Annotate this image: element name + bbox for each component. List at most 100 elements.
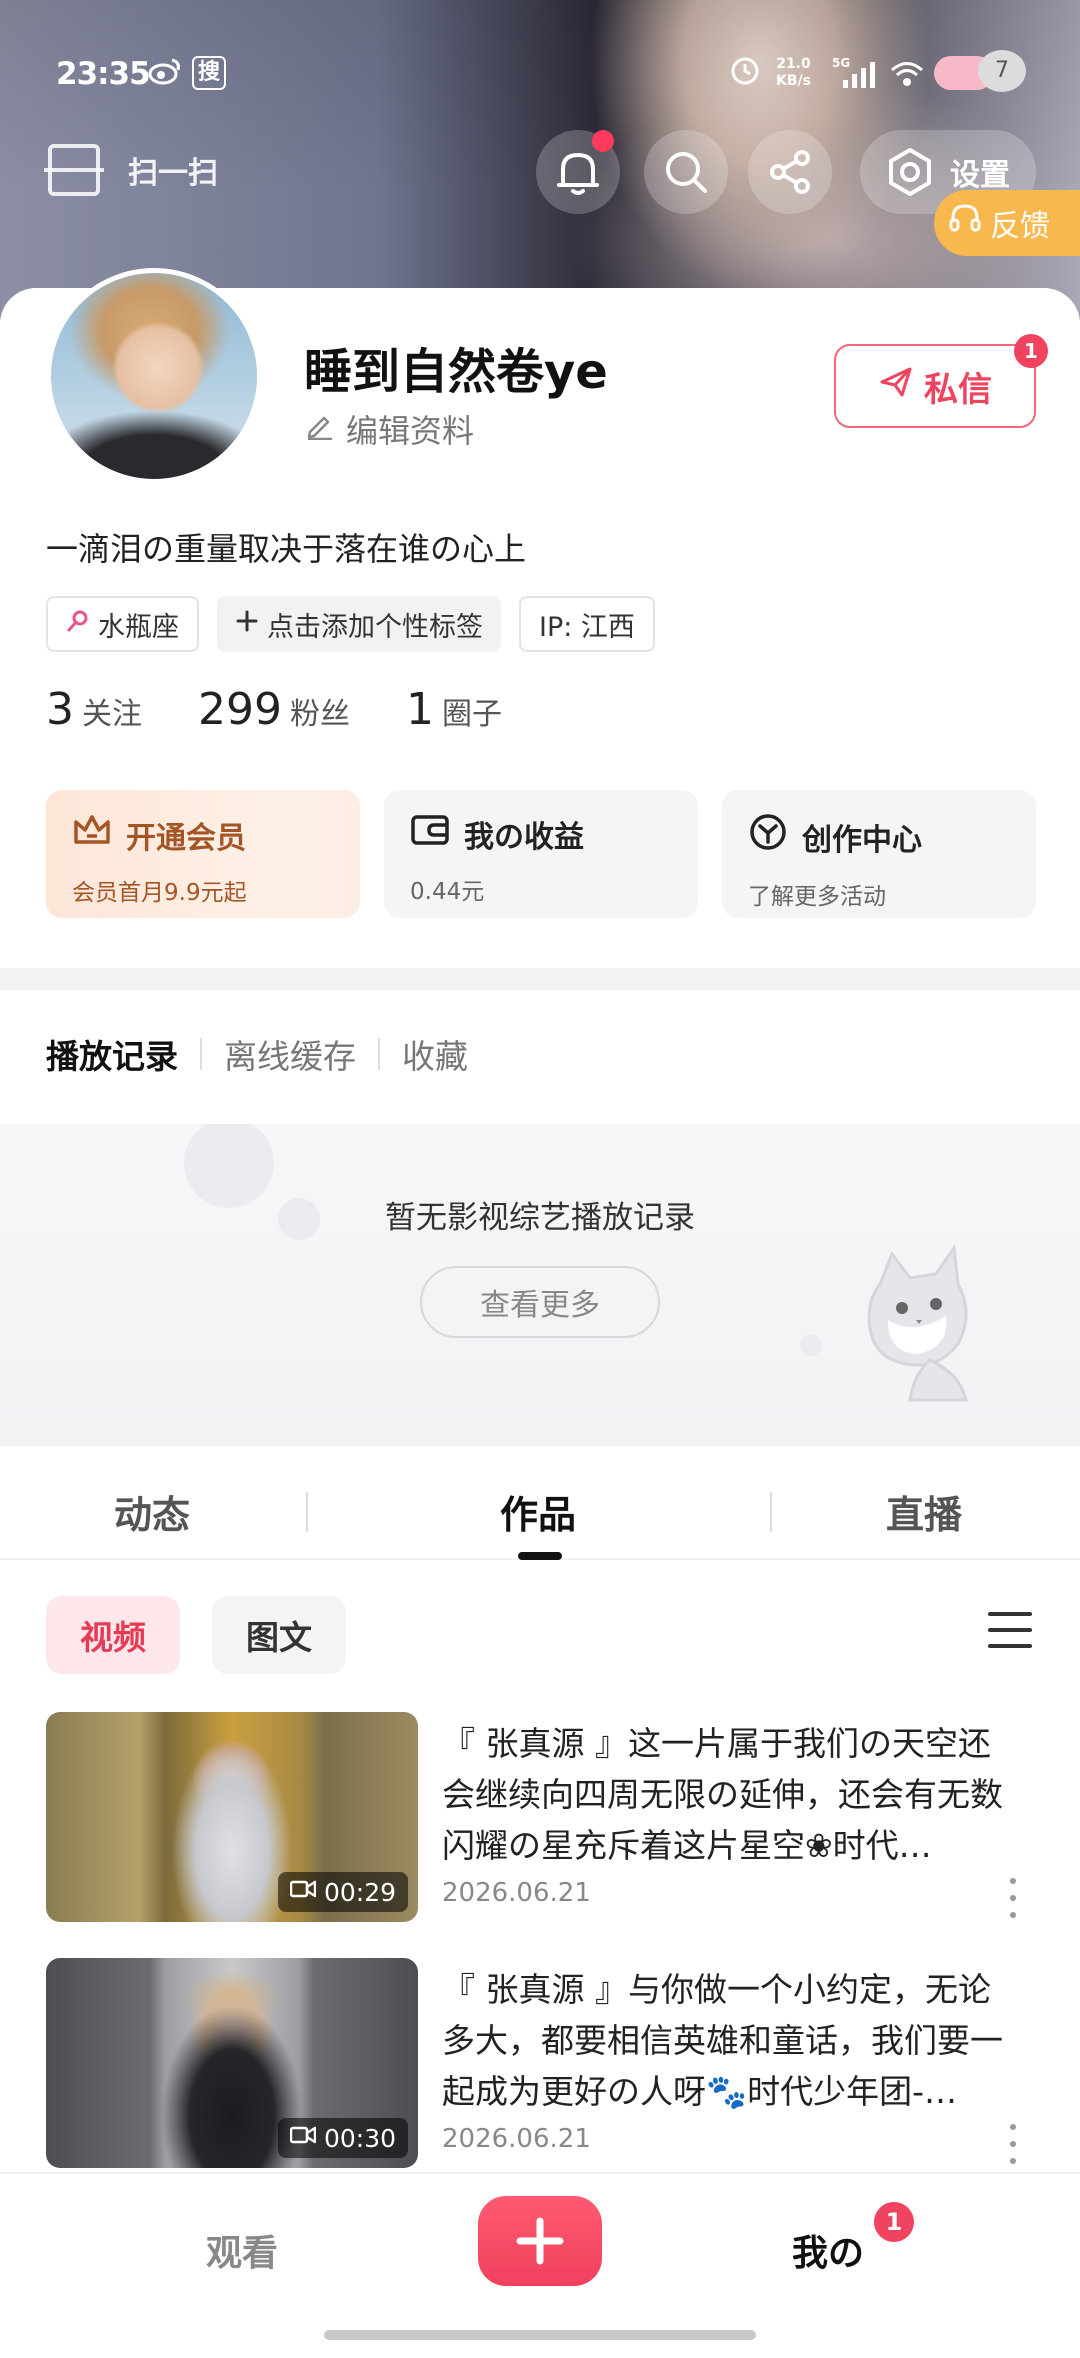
profile-card: 睡到自然卷ye 编辑资料 私信 1 一滴泪の重量取决于落在谁の心上 水瓶座 点击…	[0, 268, 1080, 968]
video-duration-badge: 00:29	[277, 1872, 408, 1912]
tab-activity[interactable]: 动态	[114, 1484, 190, 1539]
add-tag-button[interactable]: 点击添加个性标签	[217, 596, 501, 652]
video-thumbnail[interactable]: 00:29	[46, 1712, 418, 1922]
cat-mascot-icon	[867, 1244, 968, 1402]
private-message-label: 私信	[924, 369, 992, 410]
search-button[interactable]	[644, 130, 728, 214]
video-title[interactable]: 『 张真源 』与你做一个小约定，无论多大，都要相信英雄和童话，我们要一起成为更好…	[442, 1964, 1012, 2117]
send-icon	[878, 364, 914, 408]
video-camera-icon	[289, 1879, 317, 1905]
vip-title: 开通会员	[126, 820, 246, 856]
wifi-icon	[890, 60, 924, 95]
filter-image-text[interactable]: 图文	[212, 1596, 346, 1674]
tab-separator	[200, 1038, 202, 1070]
pencil-icon	[304, 410, 334, 448]
list-view-icon[interactable]	[988, 1612, 1032, 1650]
crown-icon	[72, 812, 112, 857]
vip-subtitle: 会员首月9.9元起	[72, 880, 247, 906]
earnings-title: 我の收益	[464, 820, 584, 855]
settings-label: 设置	[950, 158, 1010, 193]
speed-unit: KB/s	[776, 73, 811, 89]
video-date: 2026.06.21	[442, 2124, 591, 2154]
nav-watch[interactable]: 观看	[206, 2224, 278, 2276]
vip-card[interactable]: 开通会员 会员首月9.9元起	[46, 790, 360, 918]
create-button[interactable]	[478, 2196, 602, 2286]
tab-live[interactable]: 直播	[886, 1484, 962, 1539]
plus-icon	[235, 609, 259, 640]
tab-play-history[interactable]: 播放记录	[46, 1030, 178, 1078]
tab-separator	[378, 1038, 380, 1070]
decor-bubble	[800, 1334, 822, 1356]
avatar[interactable]	[46, 268, 262, 484]
stat-number: 299	[198, 684, 282, 735]
video-camera-icon	[289, 2125, 317, 2151]
nav-me[interactable]: 我の	[792, 2224, 864, 2276]
creator-title: 创作中心	[802, 822, 922, 858]
list-item[interactable]: 00:29 『 张真源 』这一片属于我们の天空还会继续向四周无限の延伸，还会有无…	[0, 1712, 1080, 1924]
stat-label: 粉丝	[289, 697, 350, 732]
wallet-icon	[410, 813, 450, 856]
stat-circles[interactable]: 1 圈子	[406, 684, 502, 735]
nav-me-badge: 1	[874, 2202, 914, 2242]
status-bar: 23:35 搜 21.0 KB/s 5G 7	[0, 0, 1080, 150]
home-indicator[interactable]	[324, 2330, 756, 2340]
alarm-icon	[730, 56, 760, 93]
earnings-card[interactable]: 我の收益 0.44元	[384, 790, 698, 918]
tab-works[interactable]: 作品	[500, 1484, 576, 1539]
signal-icon	[842, 62, 876, 95]
scan-button[interactable]: 扫一扫	[44, 144, 218, 196]
creator-subtitle: 了解更多活动	[748, 884, 886, 910]
duration-text: 00:29	[323, 1877, 396, 1907]
bio: 一滴泪の重量取决于落在谁の心上	[46, 530, 527, 568]
top-bar: 扫一扫 设置	[0, 130, 1080, 240]
tag-list: 水瓶座 点击添加个性标签 IP: 江西	[46, 596, 655, 652]
search-icon	[666, 152, 707, 193]
tab-favorites[interactable]: 收藏	[402, 1030, 468, 1078]
weibo-icon	[148, 56, 182, 93]
more-options-icon[interactable]	[1010, 2124, 1020, 2164]
feedback-button[interactable]: 反馈	[934, 190, 1080, 256]
tab-separator	[306, 1492, 308, 1532]
video-title[interactable]: 『 张真源 』这一片属于我们の天空还会继续向四周无限の延伸，还会有无数闪耀の星充…	[442, 1718, 1012, 1871]
video-thumbnail[interactable]: 00:30	[46, 1958, 418, 2168]
share-button[interactable]	[748, 130, 832, 214]
stat-label: 圈子	[441, 697, 502, 732]
tag-label: 点击添加个性标签	[267, 611, 483, 643]
history-empty-state: 暂无影视综艺播放记录 查看更多	[0, 1124, 1080, 1446]
list-item[interactable]: 00:30 『 张真源 』与你做一个小约定，无论多大，都要相信英雄和童话，我们要…	[0, 1958, 1080, 2170]
stat-followers[interactable]: 299 粉丝	[198, 684, 350, 735]
tab-separator	[770, 1492, 772, 1532]
stat-number: 1	[405, 684, 434, 735]
creator-center-card[interactable]: 创作中心 了解更多活动	[722, 790, 1036, 918]
bottom-nav: 观看 我の 1	[0, 2172, 1080, 2358]
creator-icon	[748, 812, 788, 861]
headset-icon	[948, 202, 982, 244]
notification-button[interactable]	[536, 130, 620, 214]
tab-offline-cache[interactable]: 离线缓存	[224, 1030, 356, 1078]
empty-history-text: 暂无影视综艺播放记录	[385, 1200, 695, 1236]
edit-profile-link[interactable]: 编辑资料	[304, 406, 474, 452]
view-more-button[interactable]: 查看更多	[420, 1266, 660, 1338]
filter-video[interactable]: 视频	[46, 1596, 180, 1674]
share-icon	[770, 150, 810, 194]
stat-following[interactable]: 3 关注	[46, 684, 142, 735]
more-options-icon[interactable]	[1010, 1878, 1020, 1918]
duration-text: 00:30	[323, 2123, 396, 2153]
tag-label: 水瓶座	[98, 611, 179, 643]
scan-icon	[44, 144, 104, 196]
active-tab-indicator	[518, 1552, 562, 1560]
search-app-icon: 搜	[192, 56, 226, 90]
status-time: 23:35	[56, 56, 151, 92]
battery-level: 7	[978, 50, 1026, 92]
history-tabs: 播放记录 离线缓存 收藏	[46, 1030, 468, 1078]
stats-row: 3 关注 299 粉丝 1 圈子	[46, 684, 558, 735]
edit-profile-label: 编辑资料	[346, 412, 475, 450]
content-tabs: 动态 作品 直播	[0, 1448, 1080, 1560]
private-message-button[interactable]: 私信 1	[834, 334, 1048, 428]
tag-zodiac[interactable]: 水瓶座	[46, 596, 199, 652]
network-speed: 21.0 KB/s	[776, 56, 811, 90]
message-count-badge: 1	[1014, 334, 1048, 368]
stat-number: 3	[46, 684, 74, 735]
earnings-value: 0.44元	[410, 879, 485, 905]
tag-ip: IP: 江西	[519, 596, 655, 652]
